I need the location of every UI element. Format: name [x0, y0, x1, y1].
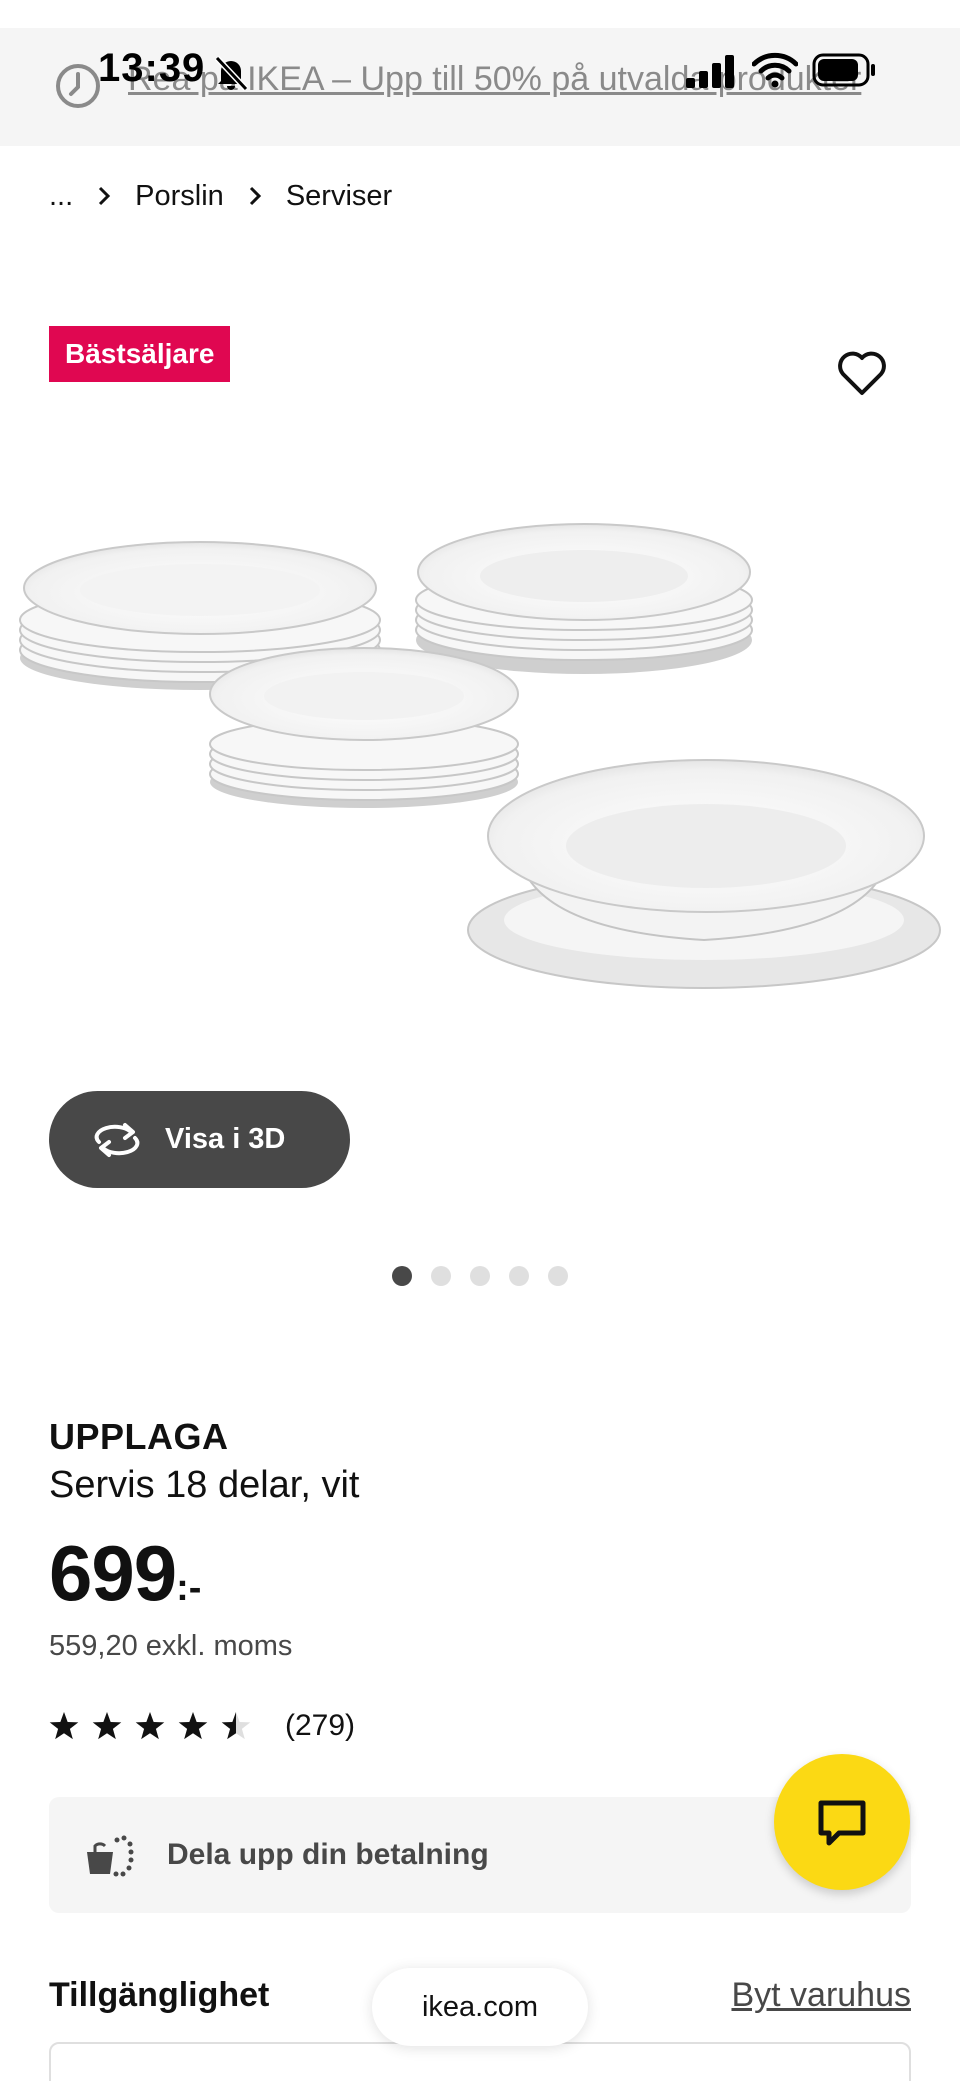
- soup-plate-stack: [415, 523, 753, 674]
- carousel-dot[interactable]: [392, 1266, 412, 1286]
- breadcrumb-item-porslin[interactable]: Porslin: [135, 180, 224, 213]
- chevron-right-icon: [99, 186, 111, 206]
- split-payment-label: Dela upp din betalning: [167, 1838, 489, 1871]
- product-price: 699 :-: [49, 1528, 201, 1619]
- chevron-right-icon: [249, 186, 261, 206]
- price-suffix: :-: [176, 1567, 202, 1609]
- rotate-3d-icon: [94, 1122, 140, 1157]
- carousel-dot[interactable]: [509, 1266, 529, 1286]
- carousel-dot[interactable]: [431, 1266, 451, 1286]
- review-count[interactable]: (279): [285, 1709, 355, 1743]
- bell-slash-icon: [214, 55, 249, 92]
- breadcrumb-item-serviser[interactable]: Serviser: [286, 180, 392, 213]
- star-icon-fill: [49, 1712, 79, 1740]
- breadcrumb-item-more[interactable]: ...: [49, 180, 73, 213]
- chat-icon: [818, 1800, 866, 1846]
- price-excl-vat: 559,20 exkl. moms: [49, 1630, 293, 1662]
- product-name: UPPLAGA: [49, 1416, 229, 1457]
- side-plate-stack: [209, 647, 519, 808]
- star-icon-fill: [135, 1712, 165, 1740]
- cellular-signal-icon: [686, 55, 734, 88]
- star-rating: [49, 1712, 251, 1740]
- star-icon-fill: [92, 1712, 122, 1740]
- payment-split-icon: [87, 1835, 134, 1877]
- product-description: Servis 18 delar, vit: [49, 1464, 360, 1506]
- breadcrumb: ... Porslin Serviser: [49, 174, 392, 218]
- carousel-dot[interactable]: [548, 1266, 568, 1286]
- availability-box[interactable]: [49, 2042, 911, 2081]
- heart-icon[interactable]: [836, 348, 888, 400]
- chat-button[interactable]: [774, 1754, 910, 1890]
- clock-icon: [56, 64, 100, 108]
- price-value: 699: [49, 1529, 177, 1617]
- availability-title: Tillgänglighet: [49, 1976, 270, 2014]
- carousel-dots: [392, 1266, 568, 1286]
- bestseller-badge: Bästsäljare: [49, 326, 231, 382]
- product-rating[interactable]: (279): [49, 1708, 355, 1744]
- view-3d-button[interactable]: Visa i 3D: [49, 1091, 350, 1188]
- browser-url-pill[interactable]: ikea.com: [372, 1968, 588, 2046]
- wifi-icon: [752, 52, 798, 88]
- star-icon-fill: [178, 1712, 208, 1740]
- status-time: 13:39: [98, 46, 206, 90]
- product-image[interactable]: [0, 500, 960, 1020]
- carousel-dot[interactable]: [470, 1266, 490, 1286]
- view-3d-label: Visa i 3D: [165, 1123, 286, 1155]
- plate-and-bowl: [467, 759, 941, 989]
- change-store-link[interactable]: Byt varuhus: [731, 1976, 911, 2015]
- battery-icon: [812, 53, 875, 87]
